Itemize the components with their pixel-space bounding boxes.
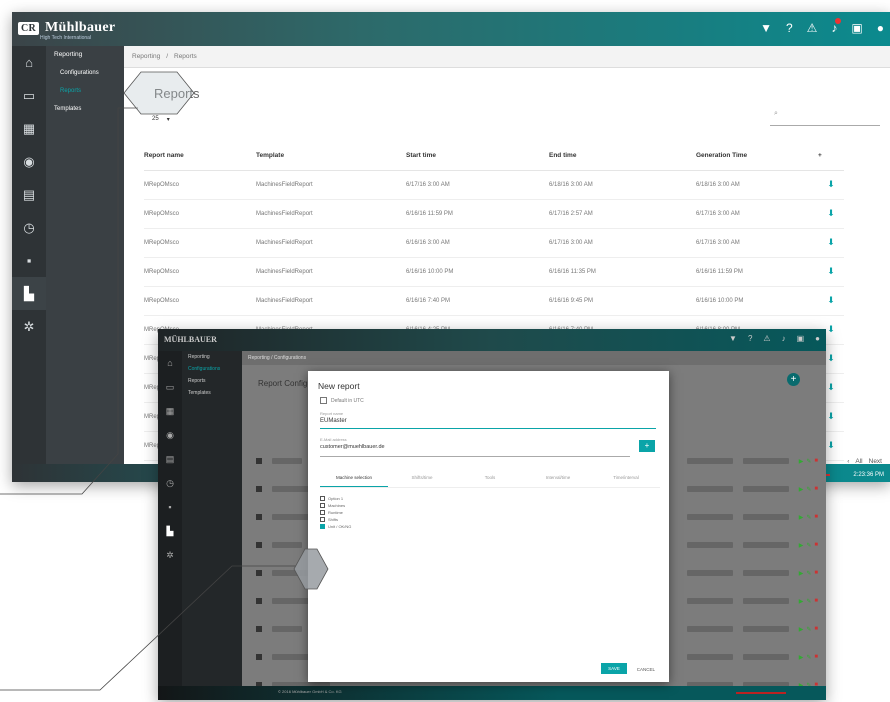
callout-line-dialog xyxy=(0,565,296,691)
hexagon-marker-dialog xyxy=(293,548,329,590)
callout-line-reports xyxy=(0,107,138,495)
callout-overlay xyxy=(0,71,329,691)
